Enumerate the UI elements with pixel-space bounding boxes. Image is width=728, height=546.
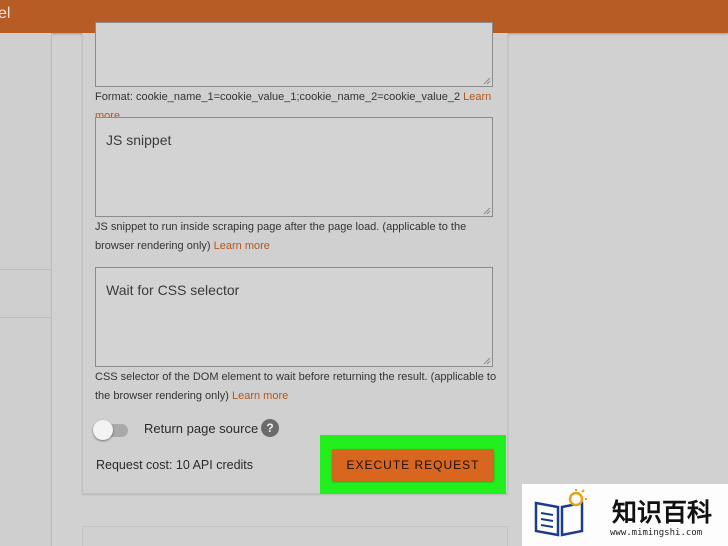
return-source-toggle-knob[interactable] [93,420,113,440]
return-source-label: Return page source [144,421,259,436]
watermark: 知识百科 www.mimingshi.com [522,484,728,546]
resize-handle-icon[interactable] [483,77,491,85]
wait-selector-learn-more-link[interactable]: Learn more [232,390,288,402]
execute-request-button[interactable]: EXECUTE REQUEST [332,449,494,481]
result-card [82,526,508,546]
book-bulb-logo-icon [534,489,587,537]
request-cost-text: Request cost: 10 API credits [96,458,254,472]
js-snippet-placeholder: JS snippet [106,132,172,148]
help-question-icon[interactable]: ? [261,419,279,437]
js-snippet-help-text: JS snippet to run inside scraping page a… [95,221,467,252]
left-sidebar [0,33,52,546]
resize-handle-icon[interactable] [483,357,491,365]
sidebar-divider [0,317,52,318]
sidebar-divider [0,269,52,270]
cookies-textarea[interactable] [95,22,493,87]
wait-selector-placeholder: Wait for CSS selector [106,282,240,298]
wait-selector-textarea[interactable]: Wait for CSS selector [95,267,493,367]
wait-selector-help-text: CSS selector of the DOM element to wait … [95,371,497,402]
watermark-text: 知识百科 [612,498,713,527]
watermark-url: www.mimingshi.com [610,528,703,538]
js-snippet-learn-more-link[interactable]: Learn more [214,240,270,252]
header-title: el [0,5,11,22]
js-snippet-textarea[interactable]: JS snippet [95,117,493,217]
resize-handle-icon[interactable] [483,207,491,215]
